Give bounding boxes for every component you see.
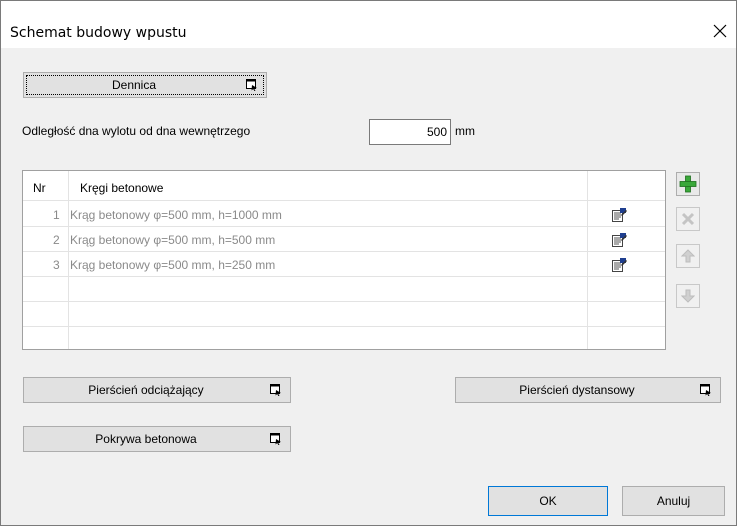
pierscien-odciazajacy-button[interactable]: Pierścień odciążający <box>23 377 291 403</box>
window-title: Schemat budowy wpustu <box>10 25 187 41</box>
popup-arrow-icon <box>270 433 281 445</box>
pokrywa-betonowa-label: Pokrywa betonowa <box>95 432 197 446</box>
row-nr: 1 <box>53 208 60 222</box>
table-header: Nr Kręgi betonowe <box>23 173 665 201</box>
pokrywa-betonowa-button[interactable]: Pokrywa betonowa <box>23 426 291 452</box>
row-nr: 2 <box>53 233 60 247</box>
row-name: Krąg betonowy φ=500 mm, h=1000 mm <box>70 208 282 222</box>
pierscien-odciazajacy-label: Pierścień odciążający <box>88 383 204 397</box>
delete-ring-button[interactable] <box>676 207 700 231</box>
edit-properties-icon[interactable] <box>611 207 627 223</box>
close-icon <box>713 24 727 38</box>
popup-arrow-icon <box>246 79 257 91</box>
cancel-button[interactable]: Anuluj <box>622 486 725 516</box>
dennica-label: Dennica <box>111 78 157 92</box>
table-row-empty <box>23 278 665 302</box>
popup-arrow-icon <box>270 384 281 396</box>
pierscien-dystansowy-label: Pierścień dystansowy <box>519 383 635 397</box>
add-icon <box>679 175 697 193</box>
edit-properties-icon[interactable] <box>611 232 627 248</box>
add-ring-button[interactable] <box>676 172 700 196</box>
row-name: Krąg betonowy φ=500 mm, h=500 mm <box>70 233 276 247</box>
delete-icon <box>681 212 695 226</box>
distance-label: Odległość dna wylotu od dna wewnętrzego <box>22 124 251 138</box>
pierscien-dystansowy-button[interactable]: Pierścień dystansowy <box>455 377 721 403</box>
title-bar: Schemat budowy wpustu <box>0 0 737 48</box>
table-row-empty <box>23 303 665 327</box>
arrow-up-icon <box>681 249 695 263</box>
distance-unit: mm <box>455 124 475 138</box>
header-nr: Nr <box>33 181 46 195</box>
ok-button[interactable]: OK <box>488 486 608 516</box>
table-row[interactable]: 1 Krąg betonowy φ=500 mm, h=1000 mm <box>23 203 665 227</box>
move-up-button[interactable] <box>676 244 700 268</box>
arrow-down-icon <box>681 289 695 303</box>
close-button[interactable] <box>705 16 735 46</box>
table-row-empty <box>23 328 665 352</box>
edit-properties-icon[interactable] <box>611 257 627 273</box>
table-row[interactable]: 2 Krąg betonowy φ=500 mm, h=500 mm <box>23 228 665 252</box>
move-down-button[interactable] <box>676 284 700 308</box>
row-name: Krąg betonowy φ=500 mm, h=250 mm <box>70 258 276 272</box>
table-row[interactable]: 3 Krąg betonowy φ=500 mm, h=250 mm <box>23 253 665 277</box>
distance-input[interactable]: 500 <box>369 119 451 145</box>
ok-label: OK <box>539 494 557 508</box>
popup-arrow-icon <box>700 384 711 396</box>
rings-table[interactable]: Nr Kręgi betonowe 1 Krąg betonowy φ=500 … <box>22 170 666 350</box>
cancel-label: Anuluj <box>656 494 691 508</box>
header-name: Kręgi betonowe <box>80 181 164 195</box>
dennica-button[interactable]: Dennica <box>23 72 267 98</box>
row-nr: 3 <box>53 258 60 272</box>
